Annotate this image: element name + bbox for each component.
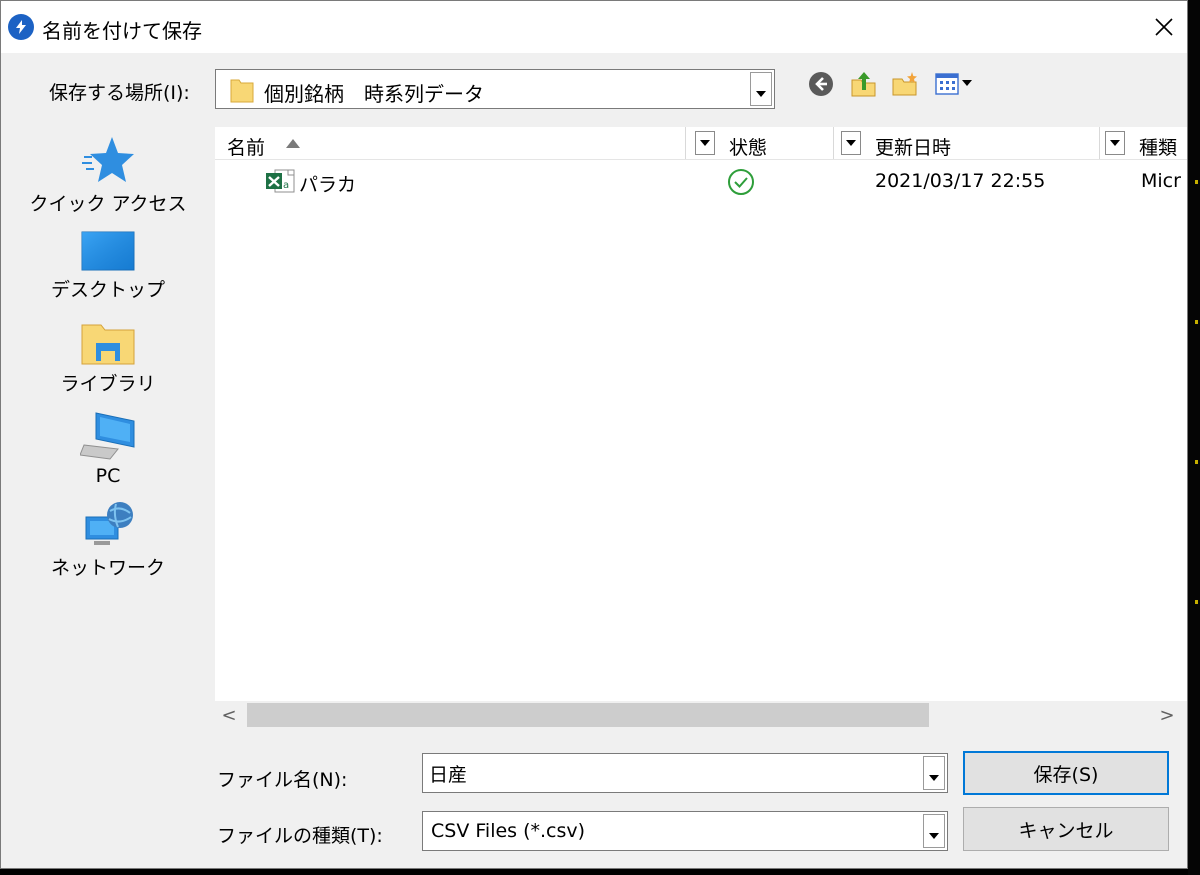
window-title: 名前を付けて保存 — [42, 19, 202, 43]
chevron-down-icon[interactable] — [1105, 131, 1125, 155]
new-folder-icon — [892, 72, 917, 96]
file-row[interactable]: a パラカ 2021/03/17 22:55 Micr — [215, 163, 1187, 199]
back-button[interactable] — [807, 69, 835, 99]
place-pc[interactable]: PC — [13, 411, 203, 487]
sort-ascending-icon — [286, 139, 300, 148]
file-name: パラカ — [299, 174, 357, 196]
filetype-select[interactable]: CSV Files (*.csv) — [422, 811, 948, 851]
column-header-modified[interactable]: 更新日時 — [863, 127, 1127, 159]
view-menu-button[interactable] — [935, 69, 975, 99]
background-mark — [1195, 460, 1198, 464]
background-strip-right — [1188, 0, 1200, 875]
folder-icon — [230, 77, 254, 107]
library-icon — [81, 324, 135, 365]
chevron-down-icon[interactable] — [923, 756, 945, 790]
column-separator[interactable] — [833, 127, 834, 159]
chevron-down-icon[interactable] — [923, 814, 945, 848]
computer-icon — [80, 412, 135, 460]
chevron-down-icon[interactable] — [695, 131, 715, 155]
up-folder-icon — [851, 72, 876, 97]
file-list[interactable]: 名前 状態 更新日時 種類 a パラカ 2021/03/17 22:55 Mic… — [215, 127, 1187, 701]
column-separator[interactable] — [685, 127, 686, 159]
save-button[interactable]: 保存(S) — [963, 751, 1169, 795]
column-label: 名前 — [227, 137, 266, 159]
place-label: クイック アクセス — [29, 193, 187, 215]
sync-ok-icon — [727, 168, 755, 200]
new-folder-button[interactable] — [891, 69, 919, 99]
place-quick-access[interactable]: クイック アクセス — [13, 135, 203, 216]
filename-combobox[interactable] — [422, 753, 948, 793]
scrollbar-thumb[interactable] — [247, 703, 929, 727]
background-mark — [1195, 320, 1198, 324]
column-header-type[interactable]: 種類 — [1127, 127, 1187, 159]
column-label: 状態 — [729, 137, 768, 159]
current-folder-name: 個別銘柄 時系列データ — [264, 82, 484, 106]
app-icon — [8, 14, 34, 40]
place-network[interactable]: ネットワーク — [13, 501, 203, 580]
column-header-status[interactable]: 状態 — [717, 127, 863, 159]
file-list-header: 名前 状態 更新日時 種類 — [215, 127, 1187, 160]
background-mark — [1195, 180, 1198, 184]
place-label: PC — [95, 465, 121, 487]
back-icon — [809, 72, 833, 96]
place-label: デスクトップ — [50, 279, 165, 301]
save-in-label: 保存する場所(I): — [49, 82, 190, 104]
view-menu-icon — [935, 73, 972, 95]
chevron-down-icon[interactable] — [750, 72, 772, 106]
svg-text:a: a — [283, 180, 289, 191]
title-bar[interactable]: 名前を付けて保存 — [1, 1, 1187, 53]
file-modified-date: 2021/03/17 22:55 — [875, 170, 1046, 192]
excel-file-icon: a — [265, 169, 295, 197]
close-icon — [1155, 18, 1173, 36]
save-in-combobox[interactable]: 個別銘柄 時系列データ — [215, 69, 775, 109]
place-label: ライブラリ — [60, 373, 156, 395]
file-type: Micr — [1141, 170, 1181, 192]
up-folder-button[interactable] — [849, 69, 877, 99]
cancel-button[interactable]: キャンセル — [963, 807, 1169, 851]
column-label: 種類 — [1139, 137, 1178, 159]
place-label: ネットワーク — [50, 557, 165, 579]
place-libraries[interactable]: ライブラリ — [13, 321, 203, 396]
scroll-right-arrow[interactable]: > — [1155, 703, 1179, 727]
column-header-name[interactable]: 名前 — [215, 127, 717, 159]
star-icon — [82, 137, 134, 182]
column-separator[interactable] — [1099, 127, 1100, 159]
places-bar: クイック アクセス デスクトップ ライブラリ PC ネットワーク — [13, 127, 209, 587]
filetype-label: ファイルの種類(T): — [217, 825, 383, 847]
filetype-value: CSV Files (*.csv) — [431, 820, 586, 842]
horizontal-scrollbar[interactable]: < > — [215, 701, 1187, 729]
filename-input[interactable] — [429, 760, 909, 786]
background-mark — [1195, 600, 1198, 604]
column-label: 更新日時 — [875, 137, 952, 159]
scroll-left-arrow[interactable]: < — [217, 703, 241, 727]
desktop-icon — [81, 231, 135, 271]
filename-label: ファイル名(N): — [217, 769, 348, 791]
place-desktop[interactable]: デスクトップ — [13, 231, 203, 302]
chevron-down-icon[interactable] — [841, 131, 861, 155]
save-as-dialog: 名前を付けて保存 保存する場所(I): 個別銘柄 時系列データ クイック アクセ… — [0, 0, 1188, 869]
close-button[interactable] — [1141, 1, 1187, 53]
network-icon — [85, 502, 133, 545]
